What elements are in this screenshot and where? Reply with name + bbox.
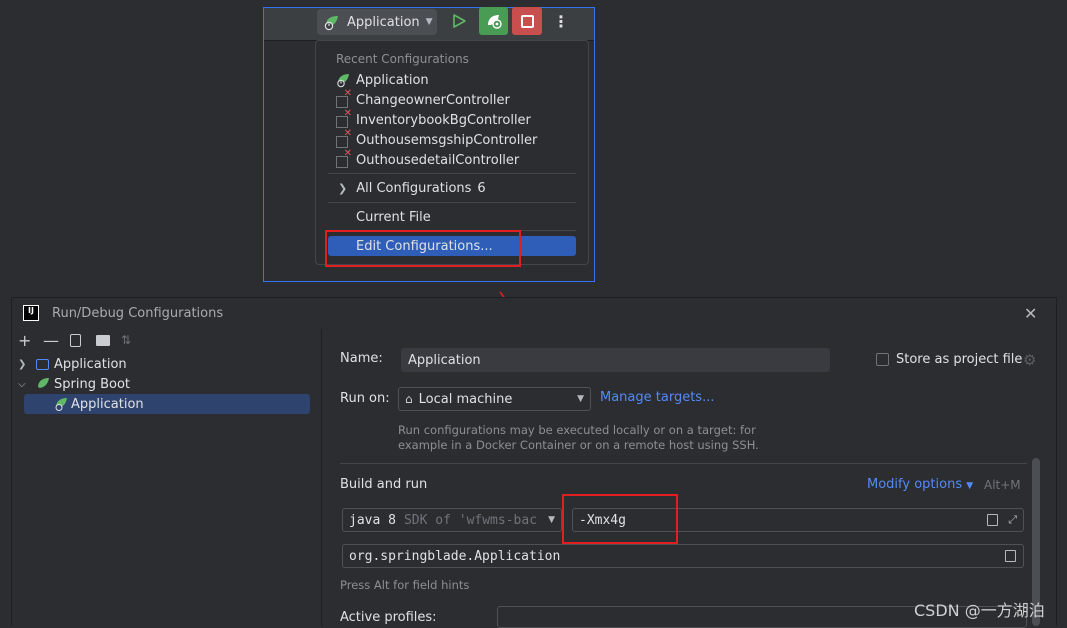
spring-boot-icon	[38, 378, 49, 388]
modify-options-label: Modify options	[867, 477, 963, 492]
active-profiles-label: Active profiles:	[340, 610, 437, 625]
tree-item-label: Application	[54, 356, 127, 372]
expand-text-icon[interactable]	[987, 514, 999, 526]
main-class-value: org.springblade.Application	[349, 548, 561, 564]
maximize-icon[interactable]: ⤢	[1008, 513, 1017, 527]
tree-item-spring-boot-group[interactable]: ⌵ Spring Boot	[18, 374, 130, 394]
annotation-red-box	[562, 494, 678, 544]
modify-options-link[interactable]: Modify options ▼	[867, 477, 973, 492]
name-field-value: Application	[408, 352, 481, 368]
intellij-logo-icon: IJ	[23, 305, 39, 321]
jdk-select[interactable]: java 8 SDK of 'wfwms-bac ▼	[342, 508, 562, 532]
run-on-select[interactable]: ⌂ Local machine ▼	[398, 387, 591, 411]
sort-icon[interactable]: ⇅	[121, 333, 131, 347]
spring-boot-icon	[55, 398, 67, 411]
field-hint: Press Alt for field hints	[340, 578, 470, 592]
application-config-icon	[36, 358, 49, 370]
store-as-project-checkbox[interactable]	[876, 353, 889, 366]
chevron-down-icon: ▼	[577, 394, 584, 404]
chevron-down-icon: ⌵	[18, 378, 26, 390]
jdk-detail: SDK of 'wfwms-bac	[403, 512, 538, 528]
close-icon[interactable]: ✕	[1024, 304, 1037, 323]
run-on-hint-line-1: Run configurations may be executed local…	[398, 423, 756, 437]
new-folder-icon[interactable]	[96, 335, 110, 346]
modify-options-shortcut: Alt+M	[984, 478, 1021, 492]
add-icon[interactable]: +	[18, 331, 31, 350]
run-on-hint-line-2: example in a Docker Container or on a re…	[398, 438, 759, 452]
watermark: CSDN @一方湖泊	[914, 601, 1045, 620]
browse-icon[interactable]	[1005, 550, 1016, 562]
section-divider	[340, 463, 1027, 464]
tree-item-application-group[interactable]: ❯ Application	[18, 354, 127, 374]
main-class-field[interactable]: org.springblade.Application	[342, 544, 1024, 568]
tree-item-application[interactable]: Application	[54, 394, 144, 414]
chevron-down-icon: ▼	[548, 515, 555, 525]
tree-item-label: Application	[71, 396, 144, 412]
home-icon: ⌂	[405, 392, 413, 406]
run-on-label: Run on:	[340, 391, 390, 406]
run-on-value: Local machine	[418, 391, 513, 407]
manage-targets-link[interactable]: Manage targets...	[600, 390, 714, 405]
remove-icon[interactable]: —	[43, 331, 59, 350]
chevron-right-icon: ❯	[18, 358, 27, 370]
build-and-run-heading: Build and run	[340, 477, 428, 492]
name-label: Name:	[340, 351, 383, 366]
store-as-project-label: Store as project file	[896, 352, 1023, 367]
dialog-title: Run/Debug Configurations	[52, 306, 224, 321]
gear-icon[interactable]: ⚙	[1023, 351, 1036, 369]
chevron-down-icon: ▼	[966, 481, 974, 491]
jdk-value: java 8	[349, 512, 396, 528]
name-field[interactable]: Application	[401, 348, 830, 372]
copy-icon[interactable]	[70, 334, 81, 347]
tree-item-label: Spring Boot	[54, 376, 131, 392]
